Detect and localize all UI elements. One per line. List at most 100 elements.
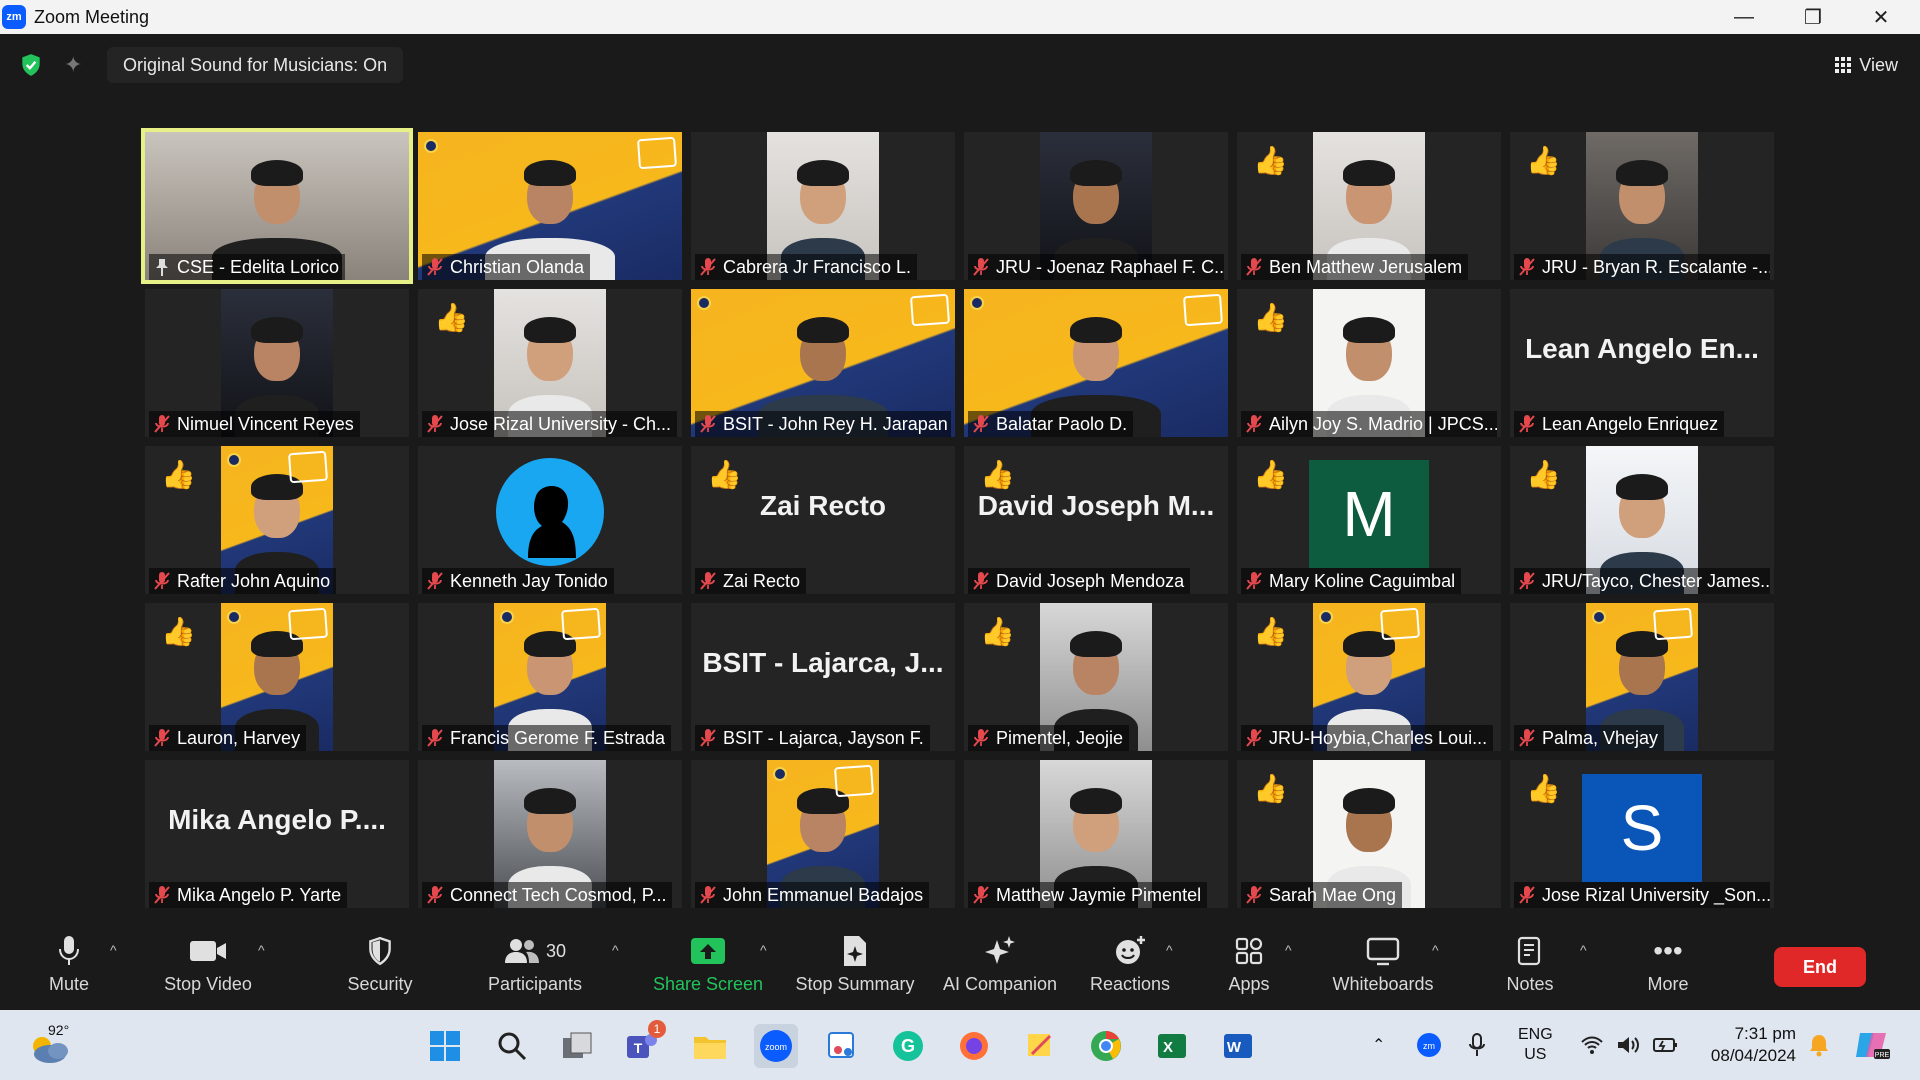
participant-tile[interactable]: 👍 Pimentel, Jeojie — [964, 603, 1228, 751]
participant-name-label: Ailyn Joy S. Madrio | JPCS... — [1241, 411, 1497, 437]
participant-tile[interactable]: Balatar Paolo D. — [964, 289, 1228, 437]
grammarly-taskbar-app[interactable]: G — [886, 1024, 930, 1068]
participant-name-label: John Emmanuel Badajos — [695, 882, 930, 908]
participant-tile[interactable]: 👍 Sarah Mae Ong — [1237, 760, 1501, 908]
notes-button[interactable]: Notes — [1502, 932, 1558, 1002]
participant-tile[interactable]: Connect Tech Cosmod, P... — [418, 760, 682, 908]
participant-tile[interactable]: 👍 Ben Matthew Jerusalem — [1237, 132, 1501, 280]
end-meeting-button[interactable]: End — [1774, 947, 1866, 987]
search-button[interactable] — [490, 1024, 534, 1068]
participant-tile[interactable]: CSE - Edelita Lorico — [141, 128, 413, 284]
muted-microphone-icon — [1519, 572, 1535, 590]
participant-tile[interactable]: Matthew Jaymie Pimentel — [964, 760, 1228, 908]
audio-options-caret-icon[interactable]: ^ — [110, 942, 117, 958]
participant-tile[interactable]: Lean Angelo En... Lean Angelo Enriquez — [1510, 289, 1774, 437]
close-button[interactable]: ✕ — [1852, 0, 1910, 34]
participant-tile[interactable]: Mika Angelo P.... Mika Angelo P. Yarte — [145, 760, 409, 908]
muted-microphone-icon — [1519, 258, 1535, 276]
wifi-icon[interactable] — [1580, 1010, 1604, 1080]
participant-tile[interactable]: 👍 Rafter John Aquino — [145, 446, 409, 594]
task-view-button[interactable] — [556, 1024, 600, 1068]
participants-button[interactable]: 30 Participants — [480, 932, 590, 1002]
tray-overflow-chevron-icon[interactable]: ⌃ — [1372, 1010, 1392, 1080]
whiteboard-icon — [1366, 932, 1400, 970]
participant-tile[interactable]: S 👍 Jose Rizal University _Son... — [1510, 760, 1774, 908]
chrome-taskbar-app[interactable] — [1084, 1024, 1128, 1068]
apps-button[interactable]: Apps — [1226, 932, 1272, 1002]
more-button[interactable]: ••• More — [1642, 932, 1694, 1002]
notes-options-caret-icon[interactable]: ^ — [1580, 942, 1587, 958]
participant-tile[interactable]: M 👍 Mary Koline Caguimbal — [1237, 446, 1501, 594]
language-indicator[interactable]: ENG US — [1518, 1010, 1553, 1080]
windows-logo-icon — [430, 1031, 460, 1061]
participant-tile[interactable]: 👍 Ailyn Joy S. Madrio | JPCS... — [1237, 289, 1501, 437]
participant-tile[interactable]: John Emmanuel Badajos — [691, 760, 955, 908]
volume-icon[interactable] — [1616, 1010, 1640, 1080]
more-label: More — [1647, 974, 1689, 994]
stop-video-label: Stop Video — [164, 974, 252, 994]
participants-options-caret-icon[interactable]: ^ — [612, 942, 619, 958]
participant-tile[interactable]: BSIT - Lajarca, J... BSIT - Lajarca, Jays… — [691, 603, 955, 751]
reactions-button[interactable]: Reactions — [1088, 932, 1172, 1002]
participant-tile[interactable]: BSIT - John Rey H. Jarapan — [691, 289, 955, 437]
participant-hair — [1070, 631, 1122, 657]
clock[interactable]: 7:31 pm 08/04/2024 — [1700, 1010, 1796, 1080]
word-taskbar-app[interactable]: W — [1216, 1024, 1260, 1068]
ai-companion-sparkle-icon[interactable]: ✦ — [64, 52, 90, 78]
teams-taskbar-app[interactable]: T 1 — [620, 1020, 666, 1068]
participant-name-label: Balatar Paolo D. — [968, 411, 1134, 437]
participant-tile[interactable]: Zai Recto 👍 Zai Recto — [691, 446, 955, 594]
participant-name-label: JRU-Hoybia,Charles Loui... — [1241, 725, 1494, 751]
participant-tile[interactable]: David Joseph M... 👍 David Joseph Mendoza — [964, 446, 1228, 594]
participant-tile[interactable]: Francis Gerome F. Estrada — [418, 603, 682, 751]
tray-microphone-icon[interactable] — [1468, 1010, 1486, 1080]
whiteboards-options-caret-icon[interactable]: ^ — [1432, 942, 1439, 958]
participant-tile[interactable]: Christian Olanda — [418, 132, 682, 280]
participant-tile[interactable]: JRU - Joenaz Raphael F. C... — [964, 132, 1228, 280]
mute-button[interactable]: Mute — [40, 932, 98, 1002]
share-screen-button[interactable]: Share Screen — [652, 932, 764, 1002]
battery-icon[interactable] — [1652, 1010, 1678, 1080]
participant-name-label: Jose Rizal University - Ch... — [422, 411, 678, 437]
participant-tile[interactable]: 👍 Lauron, Harvey — [145, 603, 409, 751]
restore-button[interactable]: ❐ — [1784, 0, 1842, 34]
weather-widget[interactable]: 92° — [28, 1020, 72, 1068]
encryption-shield-icon[interactable] — [18, 52, 44, 78]
share-options-caret-icon[interactable]: ^ — [760, 942, 767, 958]
firefox-taskbar-app[interactable] — [952, 1024, 996, 1068]
tray-zoom-icon[interactable]: zm — [1416, 1010, 1442, 1080]
participant-name-label: Ben Matthew Jerusalem — [1241, 254, 1469, 280]
muted-microphone-icon — [700, 572, 716, 590]
participant-tile[interactable]: 👍 JRU/Tayco, Chester James... — [1510, 446, 1774, 594]
participant-tile[interactable]: Palma, Vhejay — [1510, 603, 1774, 751]
snipping-tool-taskbar-app[interactable] — [820, 1024, 864, 1068]
participant-tile[interactable]: 👍 JRU-Hoybia,Charles Loui... — [1237, 603, 1501, 751]
grid-view-icon — [1835, 57, 1852, 73]
participant-tile[interactable]: Kenneth Jay Tonido — [418, 446, 682, 594]
stop-summary-button[interactable]: Stop Summary — [792, 932, 918, 1002]
stop-video-button[interactable]: Stop Video — [158, 932, 258, 1002]
participant-tile[interactable]: Cabrera Jr Francisco L. — [691, 132, 955, 280]
participant-tile[interactable]: 👍 Jose Rizal University - Ch... — [418, 289, 682, 437]
apps-options-caret-icon[interactable]: ^ — [1285, 942, 1292, 958]
windows-start-button[interactable] — [423, 1024, 467, 1068]
original-sound-status[interactable]: Original Sound for Musicians: On — [107, 47, 404, 83]
copilot-icon[interactable]: PRE — [1854, 1010, 1890, 1080]
video-options-caret-icon[interactable]: ^ — [258, 942, 265, 958]
minimize-button[interactable]: — — [1715, 0, 1773, 34]
whiteboards-button[interactable]: Whiteboards — [1328, 932, 1438, 1002]
thumbs-up-reaction-icon: 👍 — [161, 459, 196, 490]
participant-tile[interactable]: Nimuel Vincent Reyes — [145, 289, 409, 437]
security-button[interactable]: Security — [345, 932, 415, 1002]
file-explorer-taskbar-app[interactable] — [688, 1024, 732, 1068]
view-button[interactable]: View — [1835, 47, 1898, 83]
participant-tile[interactable]: 👍 JRU - Bryan R. Escalante -... — [1510, 132, 1774, 280]
ai-companion-button[interactable]: AI Companion — [940, 932, 1060, 1002]
sticky-app-taskbar-app[interactable] — [1018, 1024, 1062, 1068]
notification-bell-icon[interactable] — [1808, 1010, 1830, 1080]
grammarly-icon: G — [893, 1031, 923, 1061]
participant-name: Nimuel Vincent Reyes — [177, 413, 354, 434]
excel-taskbar-app[interactable]: X — [1150, 1024, 1194, 1068]
zoom-taskbar-app[interactable]: zoom — [754, 1024, 798, 1068]
reactions-options-caret-icon[interactable]: ^ — [1166, 942, 1173, 958]
